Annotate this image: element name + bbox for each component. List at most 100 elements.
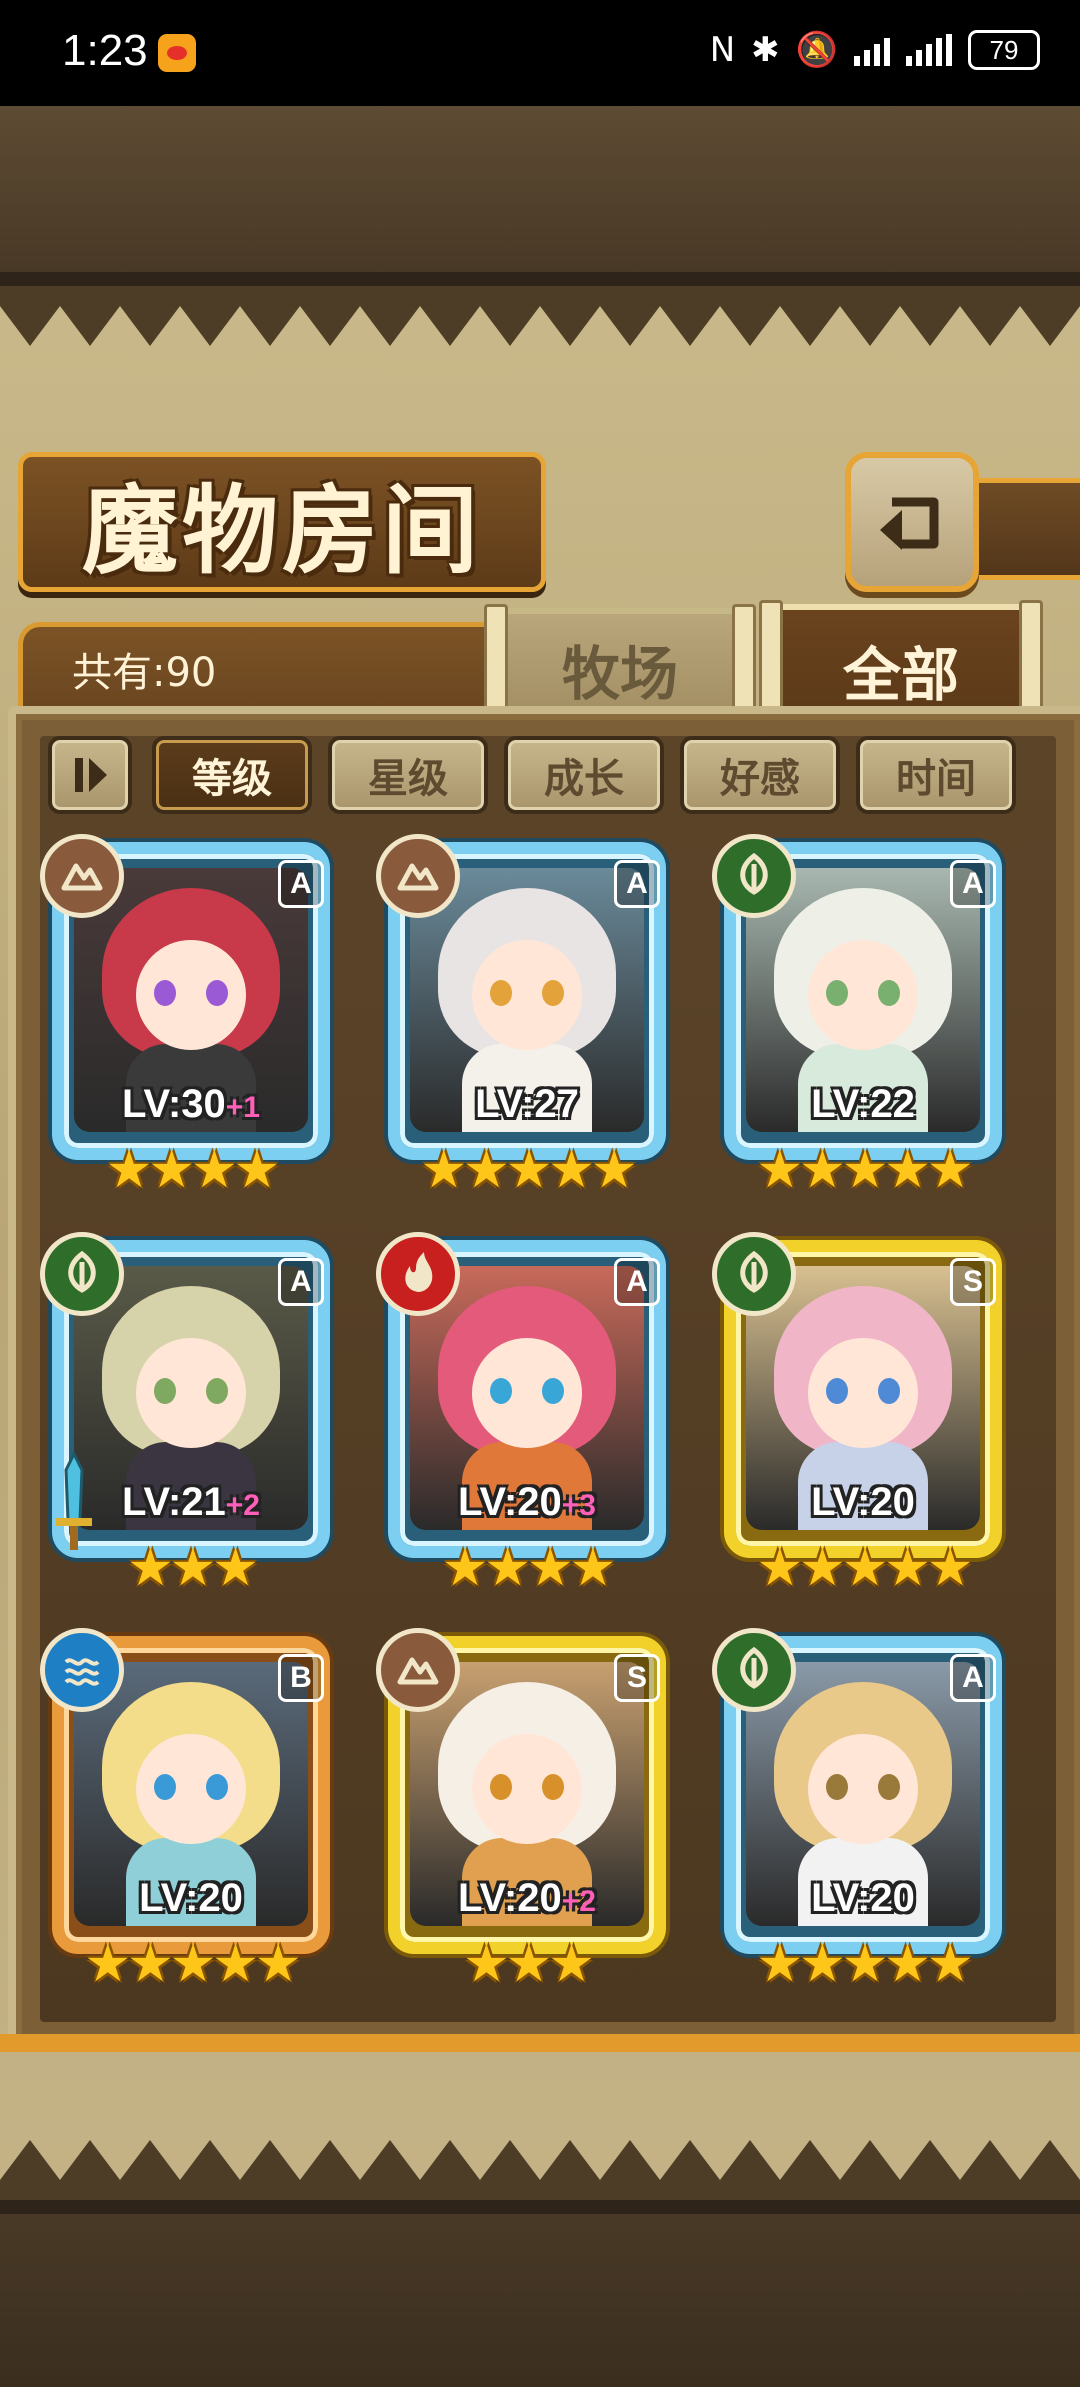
- zigzag-border-bottom: [0, 2140, 1080, 2200]
- monster-card[interactable]: LV:20+3 ★★★★ A: [376, 1232, 674, 1598]
- portrait-eye: [490, 1378, 512, 1404]
- mute-icon: 🔕: [795, 30, 838, 70]
- portrait-eye: [154, 1774, 176, 1800]
- portrait-eye: [542, 1378, 564, 1404]
- status-bar: 1:23 Ν ✱ 🔕 79: [0, 0, 1080, 106]
- tab-all-label: 全部: [842, 641, 959, 709]
- monster-card[interactable]: LV:20 ★★★★★ S: [712, 1232, 1010, 1598]
- sort-growth-button[interactable]: 成长: [504, 736, 664, 814]
- monster-level: LV:22: [716, 1082, 1010, 1127]
- monster-level: LV:27: [380, 1082, 674, 1127]
- earth-icon: [40, 834, 124, 918]
- monster-card[interactable]: LV:20 ★★★★★ A: [712, 1628, 1010, 1994]
- water-icon: [40, 1628, 124, 1712]
- monster-card[interactable]: LV:27 ★★★★★ A: [376, 834, 674, 1200]
- rank-badge: A: [950, 1654, 996, 1702]
- level-bonus: +3: [561, 1489, 596, 1522]
- page-title: 魔物房间: [82, 473, 482, 587]
- monster-level: LV:20+3: [380, 1480, 674, 1525]
- map-background-bottom: [0, 2200, 1080, 2387]
- portrait-eye: [542, 980, 564, 1006]
- level-text: LV:21: [122, 1480, 226, 1524]
- wood-icon: [712, 1232, 796, 1316]
- sort-affection-button[interactable]: 好感: [680, 736, 840, 814]
- star-rating: ★★★★: [105, 1140, 280, 1200]
- level-text: LV:20: [139, 1876, 243, 1920]
- wood-icon: [712, 834, 796, 918]
- rank-badge: A: [278, 860, 324, 908]
- portrait-eye: [490, 1774, 512, 1800]
- panel-bottom-rail: [0, 2034, 1080, 2052]
- portrait-eye: [206, 1378, 228, 1404]
- monster-level: LV:20: [716, 1480, 1010, 1525]
- level-bonus: +2: [225, 1489, 260, 1522]
- star-rating: ★★★★★: [756, 1140, 973, 1200]
- monster-card[interactable]: LV:20+2 ★★★ S: [376, 1628, 674, 1994]
- battery-icon: 79: [968, 30, 1040, 70]
- level-text: LV:20: [811, 1876, 915, 1920]
- portrait-eye: [826, 1774, 848, 1800]
- weibo-icon: [158, 34, 196, 72]
- return-icon: [880, 497, 939, 550]
- portrait-eye: [826, 980, 848, 1006]
- monster-level: LV:20+2: [380, 1876, 674, 1921]
- sort-order-toggle[interactable]: [48, 736, 132, 814]
- sort-time-button[interactable]: 时间: [856, 736, 1016, 814]
- star-rating: ★★★★★: [756, 1934, 973, 1994]
- earth-icon: [376, 834, 460, 918]
- star-rating: ★★★: [463, 1934, 595, 1994]
- portrait-face: [136, 1338, 246, 1448]
- level-bonus: +1: [225, 1091, 260, 1124]
- level-text: LV:22: [811, 1082, 915, 1126]
- title-plate: 魔物房间: [18, 452, 546, 592]
- monster-card[interactable]: LV:22 ★★★★★ A: [712, 834, 1010, 1200]
- sort-star-button[interactable]: 星级: [328, 736, 488, 814]
- rank-badge: S: [614, 1654, 660, 1702]
- back-button[interactable]: [845, 452, 979, 592]
- rank-badge: S: [950, 1258, 996, 1306]
- star-rating: ★★★★★: [420, 1140, 637, 1200]
- star-rating: ★★★★★: [756, 1538, 973, 1598]
- status-time: 1:23: [62, 26, 148, 75]
- rank-badge: A: [950, 860, 996, 908]
- monster-card[interactable]: LV:30+1 ★★★★ A: [40, 834, 338, 1200]
- level-text: LV:27: [475, 1082, 579, 1126]
- level-bonus: +2: [561, 1885, 596, 1918]
- portrait-face: [472, 1734, 582, 1844]
- wood-icon: [712, 1628, 796, 1712]
- rank-badge: A: [614, 860, 660, 908]
- portrait-face: [808, 940, 918, 1050]
- zigzag-border-top: [0, 286, 1080, 346]
- portrait-face: [136, 940, 246, 1050]
- portrait-face: [808, 1734, 918, 1844]
- signal-icon: [854, 34, 890, 66]
- monster-level: LV:30+1: [44, 1082, 338, 1127]
- level-text: LV:30: [122, 1082, 226, 1126]
- portrait-eye: [878, 980, 900, 1006]
- level-text: LV:20: [458, 1480, 562, 1524]
- portrait-eye: [154, 980, 176, 1006]
- map-background-top: [0, 106, 1080, 286]
- reverse-order-icon: [75, 758, 107, 792]
- earth-icon: [376, 1628, 460, 1712]
- monster-card[interactable]: LV:21+2 ★★★ A: [40, 1232, 338, 1598]
- nfc-icon: Ν: [709, 30, 736, 70]
- bluetooth-icon: ✱: [751, 30, 780, 70]
- monster-count: 共有:90: [72, 650, 217, 696]
- monster-level: LV:20: [44, 1876, 338, 1921]
- portrait-eye: [154, 1378, 176, 1404]
- portrait-eye: [542, 1774, 564, 1800]
- portrait-eye: [490, 980, 512, 1006]
- level-text: LV:20: [458, 1876, 562, 1920]
- tab-ranch-label: 牧场: [561, 640, 678, 708]
- portrait-eye: [878, 1774, 900, 1800]
- portrait-eye: [206, 1774, 228, 1800]
- monster-level: LV:20: [716, 1876, 1010, 1921]
- star-rating: ★★★★★: [84, 1934, 301, 1994]
- portrait-face: [136, 1734, 246, 1844]
- sword-icon: [56, 1450, 92, 1550]
- signal-4g-icon: [906, 34, 952, 66]
- monster-card[interactable]: LV:20 ★★★★★ B: [40, 1628, 338, 1994]
- portrait-face: [472, 1338, 582, 1448]
- sort-level-button[interactable]: 等级: [152, 736, 312, 814]
